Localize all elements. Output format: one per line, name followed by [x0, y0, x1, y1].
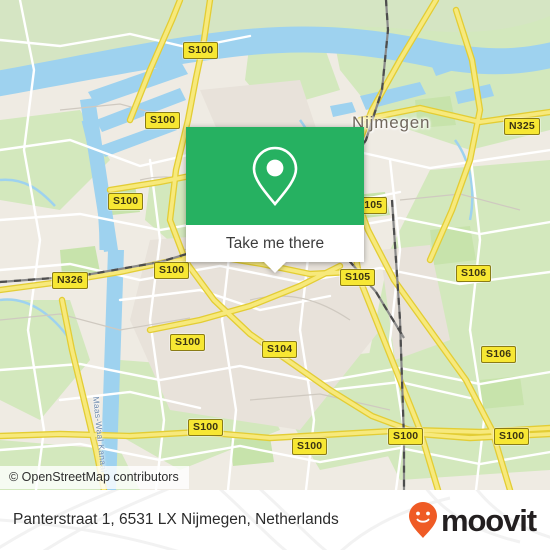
road-shield: N326	[52, 272, 88, 289]
footer-bar: Panterstraat 1, 6531 LX Nijmegen, Nether…	[0, 490, 550, 550]
moovit-logo[interactable]: moovit	[408, 490, 537, 550]
moovit-pin-smiley-icon	[408, 502, 437, 538]
road-shield: S100	[292, 438, 328, 455]
road-shield: S100	[188, 419, 224, 436]
popup-image-area	[186, 127, 364, 225]
road-shield: S100	[108, 193, 144, 210]
road-shield: S100	[145, 112, 181, 129]
road-shield: S105	[340, 269, 376, 286]
moovit-wordmark: moovit	[440, 502, 537, 538]
road-shield: S100	[170, 334, 206, 351]
road-shield: S106	[456, 265, 492, 282]
road-shield: S104	[262, 341, 298, 358]
location-popup-card[interactable]: Take me there	[186, 127, 364, 273]
road-shield: N325	[504, 118, 540, 135]
road-shield: S106	[481, 346, 517, 363]
popup-tail	[264, 262, 286, 273]
take-me-there-button[interactable]: Take me there	[186, 225, 364, 262]
map-pin-icon	[252, 146, 298, 207]
road-shield: S100	[154, 262, 190, 279]
osm-attribution[interactable]: © OpenStreetMap contributors	[0, 466, 189, 489]
address-text: Panterstraat 1, 6531 LX Nijmegen, Nether…	[13, 511, 339, 528]
road-shield: S100	[494, 428, 530, 445]
moovit-map-screenshot: Nijmegen Maas-Waal Kanaal S100 S100 N325 S1…	[0, 0, 550, 550]
road-shield: S100	[388, 428, 424, 445]
map-canvas[interactable]: Nijmegen Maas-Waal Kanaal S100 S100 N325 S1…	[0, 0, 550, 490]
road-shield: S100	[183, 42, 219, 59]
